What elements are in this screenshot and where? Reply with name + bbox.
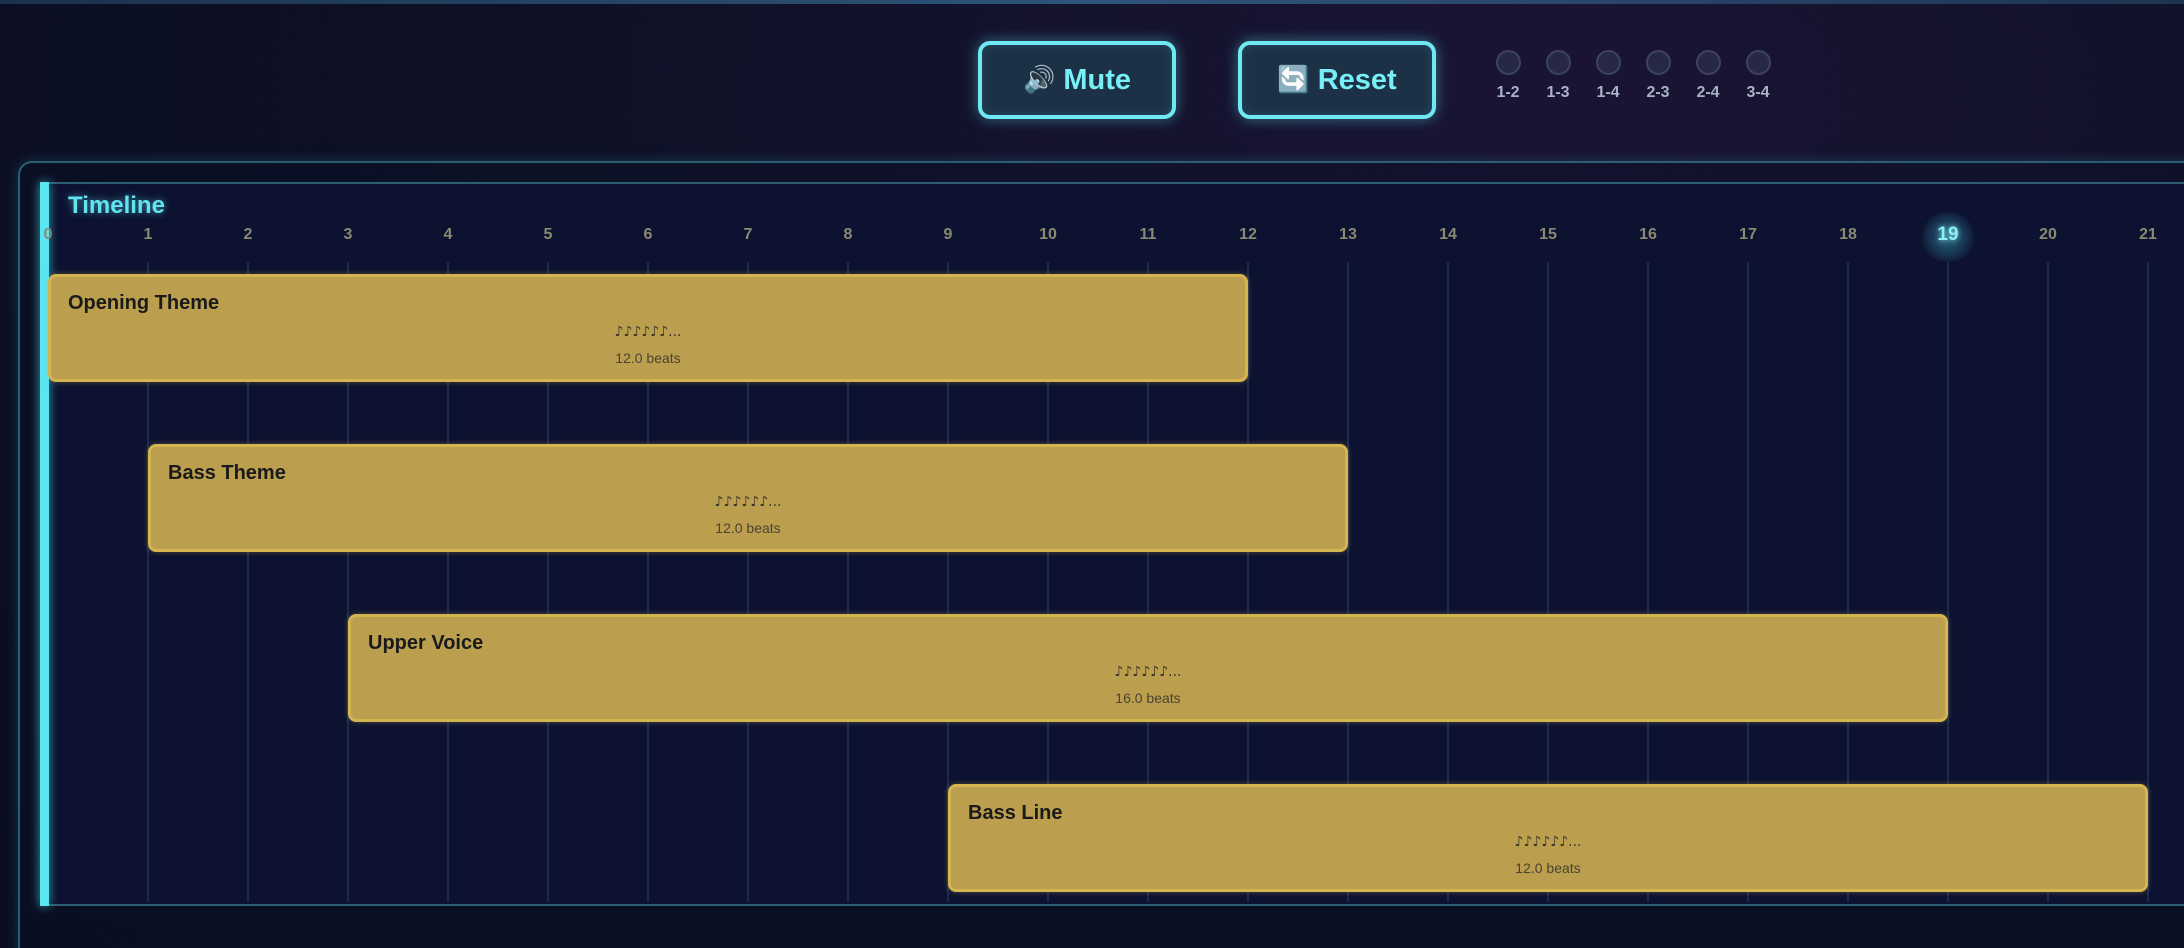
beat-tick-label[interactable]: 20	[2028, 226, 2068, 244]
voice-pair-3-4[interactable]: 3-4	[1744, 50, 1772, 102]
beat-tick-label[interactable]: 13	[1328, 226, 1368, 244]
beat-tick-label[interactable]: 15	[1528, 226, 1568, 244]
pair-indicator-dot[interactable]	[1495, 50, 1521, 75]
voice-block-notes: ♪♪♪♪♪♪...	[714, 494, 782, 510]
pair-label: 1-2	[1496, 84, 1520, 101]
voice-pair-1-4[interactable]: 1-4	[1594, 50, 1622, 102]
voice-block[interactable]: Bass Theme ♪♪♪♪♪♪... 12.0 beats	[148, 444, 1348, 552]
beat-tick-label[interactable]: 14	[1428, 226, 1468, 244]
beat-tick-label[interactable]: 8	[828, 226, 868, 244]
beat-tick-label[interactable]: 16	[1628, 226, 1668, 244]
voice-pair-2-3[interactable]: 2-3	[1644, 50, 1672, 102]
beat-tick-label[interactable]: 10	[1028, 226, 1068, 244]
beat-tick-label[interactable]: 6	[628, 226, 668, 244]
voice-block-notes: ♪♪♪♪♪♪...	[1114, 664, 1182, 680]
voice-block-duration: 12.0 beats	[1515, 860, 1581, 876]
top-edge-glow	[0, 0, 2184, 4]
pair-indicator-dot[interactable]	[1595, 50, 1621, 75]
pair-label: 1-4	[1596, 84, 1620, 101]
pair-label: 2-3	[1646, 84, 1670, 101]
mute-button[interactable]: 🔊 Mute	[978, 41, 1176, 119]
voice-pair-toggles: 1-2 1-3 1-4 2-3 2-4 3-4	[1494, 50, 1772, 102]
voice-block-duration: 12.0 beats	[715, 520, 781, 536]
voice-pair-2-4[interactable]: 2-4	[1694, 50, 1722, 102]
voice-pair-1-3[interactable]: 1-3	[1544, 50, 1572, 102]
voice-block-notes: ♪♪♪♪♪♪...	[1514, 834, 1582, 850]
voice-block-duration: 12.0 beats	[615, 350, 681, 366]
voice-block-name: Upper Voice	[368, 632, 484, 654]
pair-label: 1-3	[1546, 84, 1570, 101]
pair-indicator-dot[interactable]	[1545, 50, 1571, 75]
voice-block-name: Bass Line	[968, 802, 1063, 824]
beat-tick-label[interactable]: 9	[928, 226, 968, 244]
reset-icon: 🔄	[1277, 65, 1310, 95]
beat-tick-label[interactable]: 17	[1728, 226, 1768, 244]
beat-tick-label[interactable]: 18	[1828, 226, 1868, 244]
beat-tick-label[interactable]: 5	[528, 226, 568, 244]
voice-block[interactable]: Opening Theme ♪♪♪♪♪♪... 12.0 beats	[48, 274, 1248, 382]
beat-tick-label[interactable]: 7	[728, 226, 768, 244]
pair-label: 3-4	[1746, 84, 1770, 101]
voice-pair-1-2[interactable]: 1-2	[1494, 50, 1522, 102]
voice-block-name: Opening Theme	[68, 292, 220, 314]
beat-tick-label[interactable]: 2	[228, 226, 268, 244]
pair-indicator-dot[interactable]	[1645, 50, 1671, 75]
pair-indicator-dot[interactable]	[1745, 50, 1771, 75]
timeline-title: Timeline	[68, 192, 165, 219]
voice-block[interactable]: Upper Voice ♪♪♪♪♪♪... 16.0 beats	[348, 614, 1948, 722]
beat-tick-label[interactable]: 1	[128, 226, 168, 244]
pair-indicator-dot[interactable]	[1695, 50, 1721, 75]
pair-label: 2-4	[1696, 84, 1720, 101]
voice-block-name: Bass Theme	[168, 462, 286, 484]
mute-label: Mute	[1063, 63, 1132, 96]
beat-tick-label[interactable]: 3	[328, 226, 368, 244]
speaker-icon: 🔊	[1022, 65, 1056, 95]
beat-tick-label[interactable]: 4	[428, 226, 468, 244]
beat-tick-label[interactable]: 21	[2128, 226, 2168, 244]
reset-label: Reset	[1317, 63, 1397, 96]
beat-tick-label[interactable]: 12	[1228, 226, 1268, 244]
beat-tick-label[interactable]: 19	[1928, 224, 1968, 246]
voice-block[interactable]: Bass Line ♪♪♪♪♪♪... 12.0 beats	[948, 784, 2148, 892]
beat-tick-label[interactable]: 0	[28, 226, 68, 244]
reset-button[interactable]: 🔄 Reset	[1238, 41, 1436, 119]
voice-block-notes: ♪♪♪♪♪♪...	[614, 324, 682, 340]
beat-tick-label[interactable]: 11	[1128, 226, 1168, 244]
voice-block-duration: 16.0 beats	[1115, 690, 1181, 706]
